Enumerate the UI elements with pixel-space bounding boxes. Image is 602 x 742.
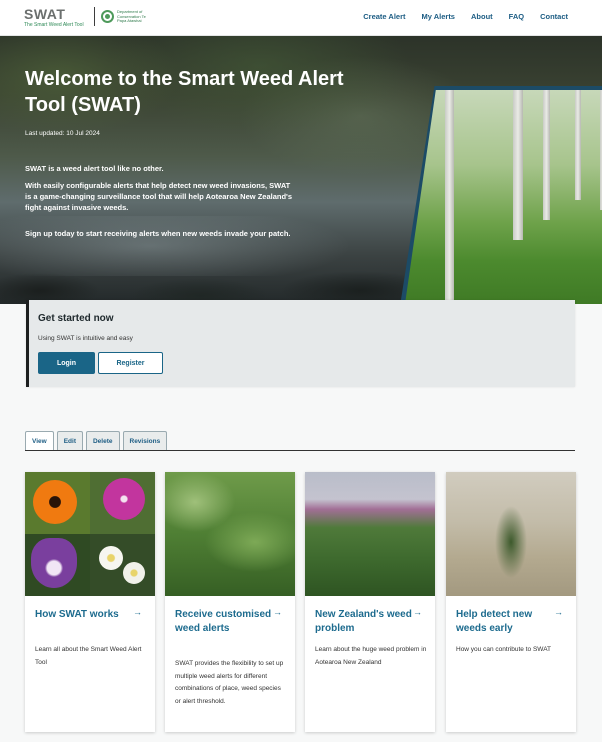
last-updated: Last updated: 10 Jul 2024 <box>25 130 100 137</box>
tab-delete[interactable]: Delete <box>85 431 120 450</box>
weed-foliage-image <box>165 472 295 596</box>
nav-contact[interactable]: Contact <box>540 12 568 21</box>
hero-title: Welcome to the Smart Weed Alert Tool (SW… <box>25 68 344 116</box>
pine-seedling-image <box>446 472 576 596</box>
tab-edit[interactable]: Edit <box>56 431 83 450</box>
card-title[interactable]: How SWAT works <box>35 608 135 622</box>
card-how-swat-works[interactable]: How SWAT works → Learn all about the Sma… <box>25 472 155 732</box>
doc-logo[interactable]: Department of Conservation Te Papa Atawh… <box>101 8 146 26</box>
pine-seedling <box>494 502 528 582</box>
card-customised-alerts[interactable]: Receive customised weed alerts → SWAT pr… <box>165 472 295 732</box>
main-nav: Create Alert My Alerts About FAQ Contact <box>363 12 568 21</box>
flowers-image <box>25 472 155 596</box>
tab-view[interactable]: View <box>25 431 54 450</box>
purple-flower <box>31 538 77 588</box>
nav-faq[interactable]: FAQ <box>509 12 524 21</box>
arrow-right-icon: → <box>273 607 282 617</box>
content-tabs: View Edit Delete Revisions <box>25 431 168 450</box>
nav-my-alerts[interactable]: My Alerts <box>422 12 455 21</box>
tree-trunk <box>543 90 550 220</box>
get-started-card: Get started now Using SWAT is intuitive … <box>26 300 575 387</box>
image-quadrant <box>90 534 155 596</box>
nav-about[interactable]: About <box>471 12 493 21</box>
hero-banner: Welcome to the Smart Weed Alert Tool (SW… <box>0 36 602 304</box>
arrow-right-icon: → <box>133 607 142 617</box>
pink-flower <box>103 478 145 520</box>
nav-create-alert[interactable]: Create Alert <box>363 12 405 21</box>
hero-paragraph-2: With easily configurable alerts that hel… <box>25 181 292 212</box>
arrow-right-icon: → <box>413 607 422 617</box>
tree-trunk <box>445 90 454 304</box>
card-description: Learn about the huge weed problem in Aot… <box>315 646 427 666</box>
hero-paragraph-3: Sign up today to start receiving alerts … <box>25 229 291 238</box>
login-button[interactable]: Login <box>38 352 95 374</box>
nz-bush-image <box>305 472 435 596</box>
card-title[interactable]: Help detect new weeds early <box>456 608 556 636</box>
white-flower <box>123 562 145 584</box>
swat-logo[interactable]: SWAT The Smart Weed Alert Tool <box>24 7 84 28</box>
orange-flower <box>33 480 77 524</box>
logo-title: SWAT <box>24 6 66 22</box>
tabs-divider <box>25 450 575 451</box>
tree-trunk <box>513 90 523 240</box>
card-nz-weed-problem[interactable]: New Zealand's weed problem → Learn about… <box>305 472 435 732</box>
site-header: SWAT The Smart Weed Alert Tool Departmen… <box>0 0 602 36</box>
card-title[interactable]: New Zealand's weed problem <box>315 608 415 636</box>
card-detect-early[interactable]: Help detect new weeds early → How you ca… <box>446 472 576 732</box>
logo-subtitle: The Smart Weed Alert Tool <box>24 22 84 28</box>
doc-logo-text: Department of Conservation Te Papa Atawh… <box>117 9 146 23</box>
white-flower <box>99 546 123 570</box>
doc-emblem-icon <box>101 10 114 23</box>
get-started-text: Using SWAT is intuitive and easy <box>38 335 133 342</box>
get-started-title: Get started now <box>38 313 114 324</box>
hero-rocks <box>0 261 430 304</box>
card-title[interactable]: Receive customised weed alerts <box>175 608 275 636</box>
card-description: SWAT provides the flexibility to set up … <box>175 660 284 705</box>
tree-trunk <box>575 90 581 200</box>
logo-divider <box>94 7 95 26</box>
hero-bush-image <box>405 90 602 304</box>
card-description: Learn all about the Smart Weed Alert Too… <box>35 646 142 666</box>
register-button[interactable]: Register <box>98 352 163 374</box>
card-description: How you can contribute to SWAT <box>456 646 552 653</box>
arrow-right-icon: → <box>554 607 563 617</box>
hero-paragraph-1: SWAT is a weed alert tool like no other. <box>25 164 164 173</box>
tab-revisions[interactable]: Revisions <box>122 431 168 450</box>
